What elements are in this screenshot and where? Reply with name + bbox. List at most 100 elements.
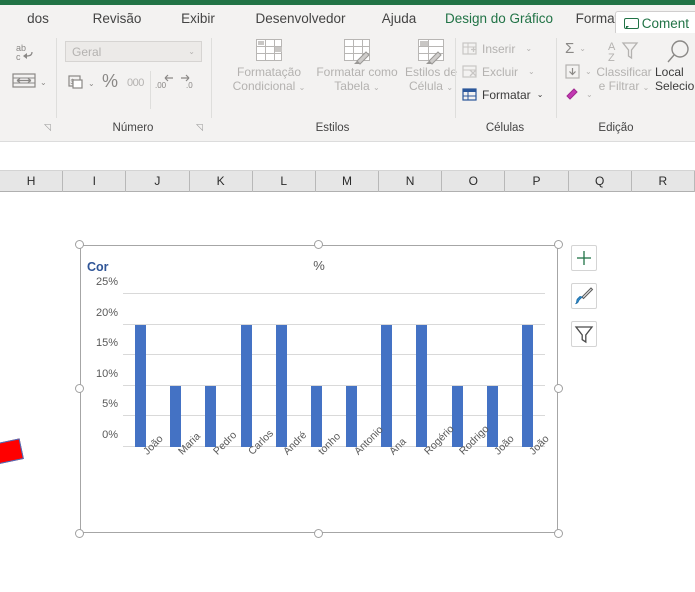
number-format-select[interactable]: Geral ⌄: [65, 41, 202, 62]
format-cells-icon: [462, 88, 477, 101]
tab-exibir[interactable]: Exibir: [158, 5, 238, 33]
estilos-group-label: Estilos: [315, 122, 350, 134]
column-header-L[interactable]: L: [253, 171, 316, 192]
column-header-O[interactable]: O: [442, 171, 506, 192]
edicao-group-label: Edição: [598, 122, 634, 134]
bar-Pedro[interactable]: [205, 385, 217, 447]
delete-cells-icon: [462, 65, 477, 78]
bar-slot: [334, 294, 369, 447]
ribbon-group-alinhamento-partial: ab c ⌄ ◹: [0, 33, 56, 136]
column-header-R[interactable]: R: [632, 171, 695, 192]
bar-André[interactable]: [275, 324, 287, 447]
clear-button[interactable]: ⌄: [565, 87, 593, 102]
format-as-table-icon: [344, 39, 370, 65]
comments-button-label: Coment: [641, 15, 689, 31]
conditional-formatting-line1: Formatação: [236, 65, 302, 79]
column-header-Q[interactable]: Q: [569, 171, 632, 192]
x-label-slot: Ana: [369, 436, 409, 502]
y-axis-tick-25%: 25%: [95, 276, 118, 288]
format-cells-button[interactable]: Formatar ⌄: [462, 87, 543, 102]
y-axis-tick-20%: 20%: [95, 306, 118, 319]
chevron-down-icon: ⌄: [373, 83, 380, 92]
column-header-row: HIJKLMNOPQR: [0, 171, 695, 192]
column-header-M[interactable]: M: [316, 171, 380, 192]
bar-João[interactable]: [486, 385, 498, 447]
cell-styles-icon: [418, 39, 444, 65]
numero-group-label: Número: [112, 122, 154, 134]
column-header-N[interactable]: N: [379, 171, 443, 192]
column-header-H[interactable]: H: [0, 171, 64, 192]
chevron-down-icon: ⌄: [586, 90, 593, 99]
x-label-slot: Pedro: [193, 429, 239, 502]
chart-elements-button[interactable]: [571, 245, 597, 271]
comma-style-button[interactable]: 000: [127, 77, 144, 89]
chart-title[interactable]: %: [81, 258, 557, 273]
bar-Rodrigo[interactable]: [451, 385, 463, 447]
column-header-J[interactable]: J: [126, 171, 190, 192]
chart-x-axis-labels[interactable]: João Maria Pedro Carlos André tonho Antonio Ana…: [123, 423, 552, 502]
bar-Antonio[interactable]: [346, 385, 358, 447]
delete-cells-button[interactable]: Excluir ⌄: [462, 64, 535, 79]
insert-cells-label: Inserir: [482, 41, 516, 56]
x-label-slot: Rogério: [404, 423, 456, 502]
bar-tonho[interactable]: [310, 385, 322, 447]
format-cells-label: Formatar: [482, 87, 531, 102]
tab-desenvolvedor[interactable]: Desenvolvedor: [238, 5, 363, 33]
decrease-decimal-icon[interactable]: .0: [179, 73, 199, 96]
bar-João[interactable]: [135, 324, 147, 447]
chart-object[interactable]: Cor % 0% 5% 10% 15% 20% 25% João Maria Pedro Car…: [80, 245, 558, 533]
x-label-slot: André: [264, 429, 309, 502]
accounting-format-chevron-icon[interactable]: ⌄: [88, 79, 95, 88]
ribbon-group-estilos: Formatação Condicional ⌄ Formatar como T…: [212, 33, 457, 136]
chevron-down-icon: ⌄: [642, 83, 650, 92]
column-header-I[interactable]: I: [63, 171, 127, 192]
svg-text:c: c: [16, 52, 21, 62]
comments-button[interactable]: Coment: [614, 11, 695, 35]
fill-icon: [565, 64, 580, 79]
chevron-down-icon: ⌄: [579, 44, 586, 53]
increase-decimal-icon[interactable]: .00: [155, 73, 175, 96]
numero-dialog-launcher[interactable]: ◹: [194, 122, 205, 133]
find-select-button[interactable]: Local Selecio: [655, 39, 695, 93]
ribbon: ab c ⌄ ◹ Geral ⌄ ⌄ % 000 .00 .0 Número ◹…: [0, 33, 695, 136]
conditional-formatting-button[interactable]: Formatação Condicional ⌄: [224, 39, 314, 95]
cell-styles-button[interactable]: Estilos de Célula ⌄: [400, 39, 462, 95]
format-as-table-button[interactable]: Formatar como Tabela ⌄: [316, 39, 398, 95]
tab-dados[interactable]: dos: [0, 5, 76, 33]
fill-button[interactable]: ⌄: [565, 64, 592, 79]
merge-center-icon[interactable]: [12, 71, 36, 96]
autosum-icon: Σ: [565, 40, 575, 57]
bar-slot: [404, 294, 439, 447]
tab-revisao[interactable]: Revisão: [76, 5, 158, 33]
ribbon-tab-bar: dos Revisão Exibir Desenvolvedor Ajuda D…: [0, 5, 695, 35]
bar-Maria[interactable]: [170, 385, 182, 447]
column-header-K[interactable]: K: [190, 171, 253, 192]
conditional-formatting-icon: [256, 39, 282, 61]
wrap-text-icon[interactable]: ab c: [14, 41, 38, 68]
bar-Rogério[interactable]: [416, 324, 428, 447]
chevron-down-icon: ⌄: [528, 67, 535, 76]
chevron-down-icon: ⌄: [525, 44, 533, 53]
x-label-slot: João: [510, 433, 552, 502]
sort-filter-icon: A Z: [608, 41, 639, 63]
x-label-slot: tonho: [299, 430, 343, 502]
merge-center-chevron-icon[interactable]: ⌄: [40, 78, 47, 87]
bar-Carlos[interactable]: [240, 324, 252, 447]
tab-design-do-grafico[interactable]: Design do Gráfico: [435, 5, 563, 33]
find-select-line1: Local: [655, 65, 684, 79]
column-header-P[interactable]: P: [505, 171, 569, 192]
bar-João[interactable]: [521, 324, 533, 447]
chart-styles-button[interactable]: [571, 283, 597, 309]
tab-ajuda[interactable]: Ajuda: [363, 5, 435, 33]
bar-slot: [123, 294, 158, 447]
alignment-dialog-launcher[interactable]: ◹: [42, 122, 53, 133]
percent-style-button[interactable]: %: [102, 71, 118, 92]
chevron-down-icon: ⌄: [188, 47, 195, 56]
sort-filter-button[interactable]: A Z Classificar e Filtrar ⌄: [595, 39, 653, 95]
x-label-slot: Maria: [158, 430, 203, 502]
autosum-button[interactable]: Σ ⌄: [565, 41, 586, 56]
accounting-format-icon[interactable]: $: [67, 73, 85, 96]
chart-filters-button[interactable]: [571, 321, 597, 347]
insert-cells-button[interactable]: Inserir ⌄: [462, 41, 532, 56]
eraser-icon: [566, 88, 578, 100]
